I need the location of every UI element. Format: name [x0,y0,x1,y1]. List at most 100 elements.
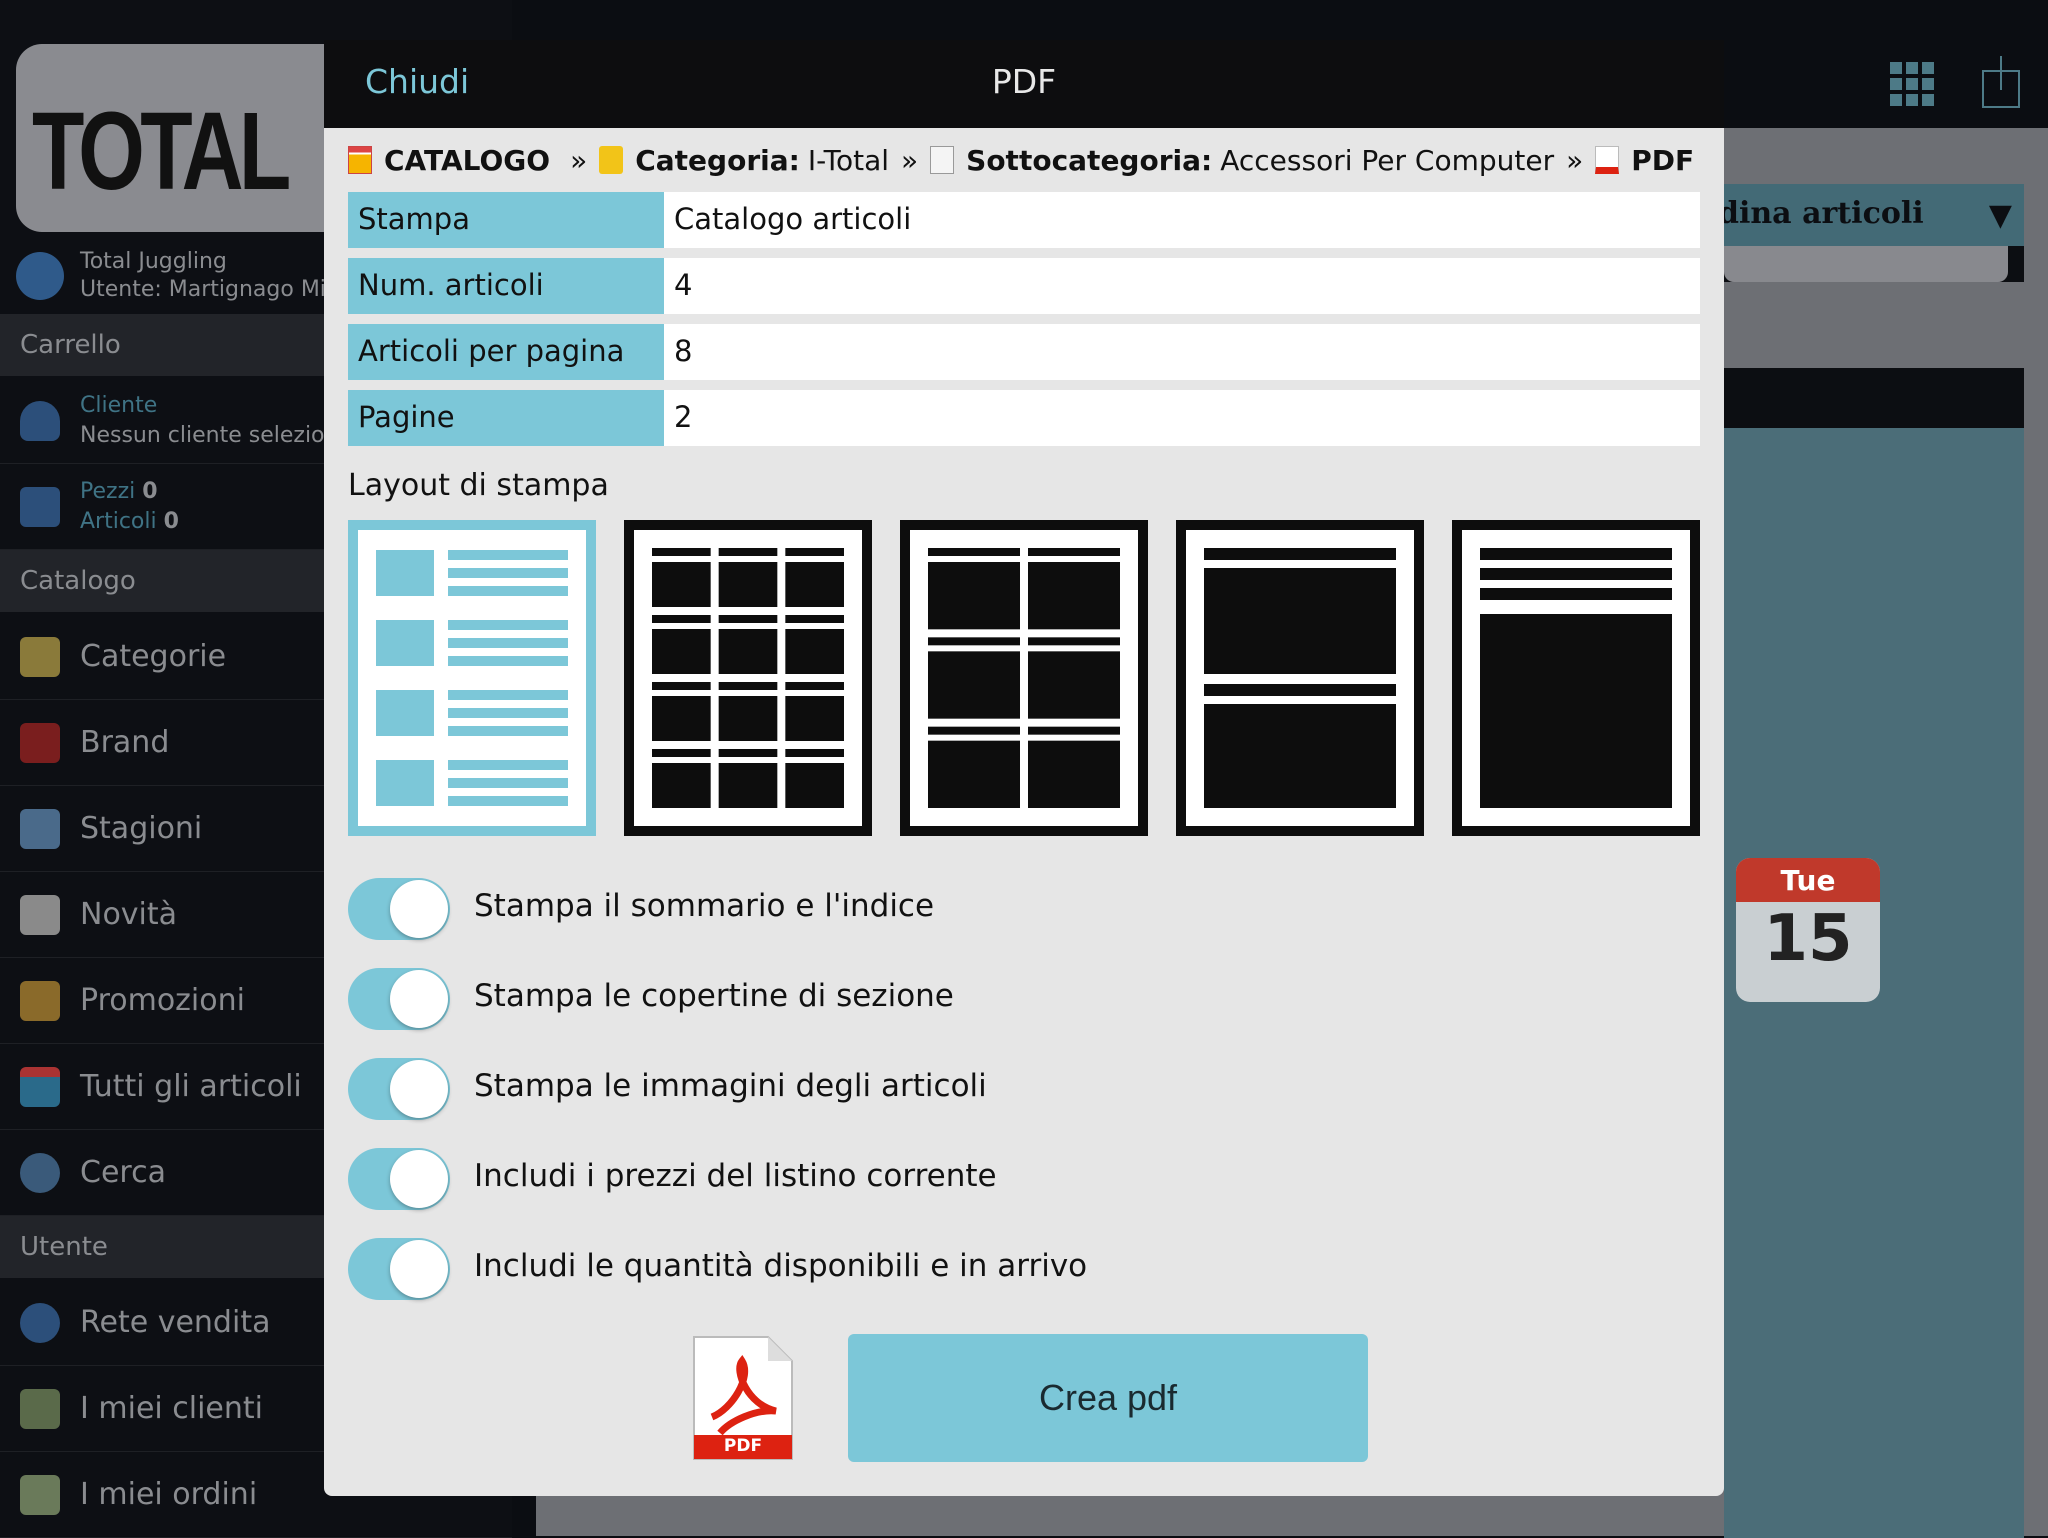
pieces-value: 0 [142,478,158,504]
articles-value: 0 [163,508,179,534]
cell-header [718,749,778,757]
cell-header [785,682,844,690]
layout-option-list[interactable] [348,520,596,836]
tag-icon [20,722,60,763]
toggle-quantita[interactable] [348,1238,450,1300]
breadcrumb-subcategory[interactable]: Accessori Per Computer [1220,144,1554,177]
breadcrumb-separator: » [1566,143,1584,177]
field-value: 4 [664,258,1700,314]
cell-header [928,637,1020,646]
field-pagine: Pagine 2 [348,390,1700,446]
cell-block [1028,740,1120,808]
option-label: Stampa le copertine di sezione [474,978,954,1014]
toggle-immagini[interactable] [348,1058,450,1120]
sidebar-item-label: Stagioni [80,811,203,846]
document-icon [930,146,955,174]
cell-header [785,548,844,556]
cell-block [928,651,1020,719]
catalog-icon [20,1066,60,1107]
grid-view-icon[interactable] [1890,62,1934,106]
cell-block [785,696,844,741]
option-label: Includi le quantità disponibili e in arr… [474,1248,1088,1284]
company-name: Total Juggling [80,249,227,274]
client-label: Cliente [80,392,158,418]
calendar-day: Tue [1736,858,1880,902]
calendar-icon [20,894,60,935]
cell-block [652,696,711,741]
cell-header [652,682,711,690]
sidebar-item-label: I miei clienti [80,1391,264,1426]
cell-header [785,615,844,623]
cell-block [928,740,1020,808]
field-label: Num. articoli [348,258,664,314]
articles-label: Articoli [80,508,157,534]
clipboard-icon [20,1474,60,1515]
option-label: Stampa le immagini degli articoli [474,1068,987,1104]
lock-icon[interactable] [16,252,64,300]
sidebar-item-label: Novità [80,897,178,932]
create-pdf-button[interactable]: Crea pdf [848,1334,1368,1462]
cell-block [718,629,778,674]
breadcrumb-category[interactable]: I-Total [808,144,889,177]
toggle-copertine[interactable] [348,968,450,1030]
cell-block [652,562,711,607]
breadcrumb-current: PDF [1631,143,1695,177]
cell-header [785,749,844,757]
folder-icon [599,146,624,174]
modal-title: PDF [991,62,1057,101]
cell-block [785,763,844,808]
cell-header [1028,726,1120,735]
cell-header [1028,548,1120,556]
user-name: Utente: Martignago Mir [80,277,335,302]
cell-block [785,562,844,607]
field-label: Articoli per pagina [348,324,664,380]
sidebar-item-label: Tutti gli articoli [80,1069,302,1104]
layout-label: Layout di stampa [348,468,609,503]
network-icon [20,1302,60,1343]
breadcrumb-catalog[interactable]: CATALOGO [384,144,550,177]
cell-block [718,562,778,607]
cell-header [652,615,711,623]
cell-block [718,763,778,808]
pdf-modal: PDF Chiudi CATALOGO » Categoria: I-Total… [324,40,1724,1496]
dropdown-arrow-icon: ▼ [1988,198,2012,233]
cell-header [652,749,711,757]
field-num-articoli: Num. articoli 4 [348,258,1700,314]
discount-tag-icon [20,980,60,1021]
search-icon [20,1152,60,1193]
cell-block [785,629,844,674]
cell-block [652,763,711,808]
layout-option-full-page[interactable] [1452,520,1700,836]
pdf-file-icon: PDF [690,1335,796,1461]
cell-block [1028,562,1120,630]
sidebar-item-label: Rete vendita [80,1305,271,1340]
snowflake-icon [20,808,60,849]
layout-option-grid-3x4[interactable] [624,520,872,836]
layout-option-grid-2x3[interactable] [900,520,1148,836]
field-value: 8 [664,324,1700,380]
catalog-icon [348,146,372,174]
field-label: Pagine [348,390,664,446]
cell-header [718,615,778,623]
field-articoli-per-pagina: Articoli per pagina 8 [348,324,1700,380]
cell-header [928,726,1020,735]
field-value[interactable]: Catalogo articoli [664,192,1700,248]
sort-dropdown[interactable]: dina articoli ▼ [1700,184,2024,246]
person-icon [20,400,60,441]
option-label: Includi i prezzi del listino corrente [474,1158,997,1194]
breadcrumb-separator: » [901,143,919,177]
sidebar-item-label: Categorie [80,639,227,674]
cart-icon [20,486,60,527]
toggle-prezzi[interactable] [348,1148,450,1210]
option-label: Stampa il sommario e l'indice [474,888,935,924]
client-value: Nessun cliente selezio [80,422,325,448]
layout-option-grid-1x2[interactable] [1176,520,1424,836]
breadcrumb-category-label: Categoria: [635,143,800,177]
share-icon[interactable] [1982,56,2020,108]
cell-header [928,548,1020,556]
cell-block [718,696,778,741]
toggle-sommario[interactable] [348,878,450,940]
people-icon [20,1388,60,1429]
calendar-icon: Tue 15 [1736,858,1880,1002]
close-button[interactable]: Chiudi [365,62,469,101]
